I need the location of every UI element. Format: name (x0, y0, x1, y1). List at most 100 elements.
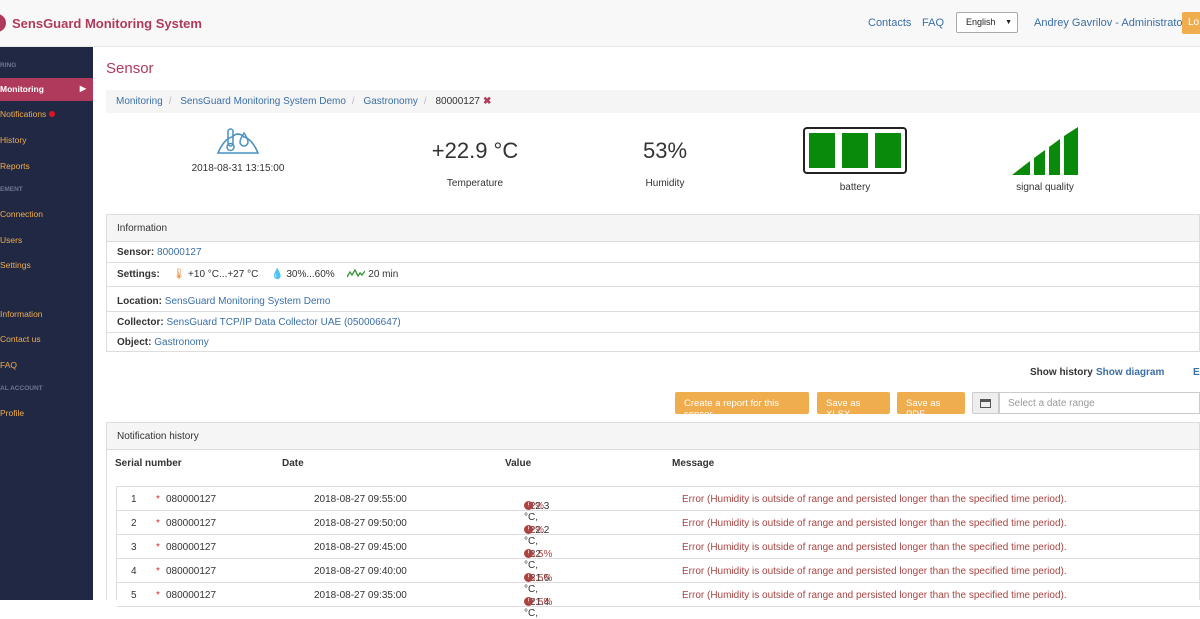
location-row: Location: SensGuard Monitoring System De… (107, 291, 1200, 312)
sidebar-item-users[interactable]: Users (0, 229, 93, 252)
settings-interval: 20 min (346, 268, 398, 280)
sidebar-item-faq[interactable]: FAQ (0, 354, 93, 377)
asterisk-icon: * (156, 494, 160, 505)
close-icon[interactable]: ✖ (483, 96, 491, 107)
sidebar-item-label: Notifications (0, 109, 47, 119)
thermometer-icon: 🌡 (172, 269, 186, 280)
sidebar-item-reports[interactable]: Reports (0, 155, 93, 178)
logout-button[interactable]: Lo (1182, 12, 1200, 34)
pulse-icon (346, 268, 367, 278)
faq-link[interactable]: FAQ (922, 17, 944, 29)
user-menu-link[interactable]: Andrey Gavrilov - Administrator (1034, 17, 1186, 29)
row-serial: 080000127 (166, 518, 217, 529)
battery-label: battery (839, 182, 871, 193)
collector-row: Collector: SensGuard TCP/IP Data Collect… (107, 312, 1200, 333)
column-message[interactable]: Message (672, 458, 714, 469)
location-label: Location: (117, 296, 162, 307)
row-number: 2 (131, 518, 137, 529)
sidebar-item-monitoring[interactable]: Monitoring ▶ (0, 78, 93, 101)
view-extra-tab[interactable]: E (1193, 367, 1200, 378)
column-date[interactable]: Date (282, 458, 304, 469)
table-row[interactable]: 5 * 080000127 2018-08-27 09:35:00 +21.4 … (117, 583, 1200, 619)
row-message: Error (Humidity is outside of range and … (682, 590, 1067, 601)
sidebar-section-personal-account: AL ACCOUNT (0, 385, 43, 392)
sensor-value-link[interactable]: 80000127 (157, 247, 202, 258)
row-date: 2018-08-27 09:50:00 (314, 518, 407, 529)
table-row[interactable]: 1 * 080000127 2018-08-27 09:55:00 +22.3 … (117, 487, 1200, 523)
save-pdf-button[interactable]: Save as PDF (897, 392, 965, 420)
battery-cell (875, 133, 901, 168)
brand[interactable]: SensGuard Monitoring System (0, 12, 202, 34)
collector-label: Collector: (117, 317, 164, 328)
language-value: English (966, 17, 996, 27)
calendar-icon[interactable] (972, 392, 999, 414)
row-message: Error (Humidity is outside of range and … (682, 518, 1067, 529)
sidebar-item-information[interactable]: Information (0, 303, 93, 326)
signal-strength-icon (1012, 127, 1078, 175)
breadcrumb-current: 80000127 (435, 96, 480, 107)
sensor-device-stat: 2018-08-31 13:15:00 (188, 127, 288, 174)
breadcrumb-gastronomy[interactable]: Gastronomy (363, 96, 417, 107)
location-value-link[interactable]: SensGuard Monitoring System Demo (165, 296, 331, 307)
sidebar-item-label: Reports (0, 161, 30, 171)
information-heading: Information (107, 215, 1199, 242)
signal-bar (1012, 161, 1030, 175)
notification-dot-icon (49, 111, 56, 117)
sidebar-item-label: Information (0, 309, 43, 319)
language-select[interactable]: English ▼ (956, 12, 1018, 33)
humidity-stat: 53% Humidity (615, 138, 715, 189)
collector-value-link[interactable]: SensGuard TCP/IP Data Collector UAE (050… (166, 317, 400, 328)
table-row[interactable]: 2 * 080000127 2018-08-27 09:50:00 +22.2 … (117, 511, 1200, 547)
settings-humidity: 💧 30%...60% (271, 269, 337, 280)
asterisk-icon: * (156, 590, 160, 601)
breadcrumb-separator: / (423, 96, 427, 107)
breadcrumb-demo[interactable]: SensGuard Monitoring System Demo (180, 96, 346, 107)
droplet-icon: 💧 (271, 269, 284, 280)
notification-history-heading: Notification history (107, 423, 1199, 450)
sidebar-item-notifications[interactable]: Notifications (0, 103, 93, 126)
settings-temperature-value: +10 °C...+27 °C (188, 269, 259, 280)
settings-humidity-value: 30%...60% (286, 269, 335, 280)
sidebar-item-label: Connection (0, 209, 44, 219)
temperature-value: +22.9 °C (431, 138, 519, 163)
sidebar-section-monitoring: RING (0, 62, 17, 69)
row-date: 2018-08-27 09:45:00 (314, 542, 407, 553)
sidebar-item-connection[interactable]: Connection (0, 203, 93, 226)
save-xlsx-button[interactable]: Save as XLSX (817, 392, 890, 420)
sidebar-item-label: History (0, 135, 27, 145)
date-range-input[interactable]: Select a date range (999, 392, 1200, 414)
row-date: 2018-08-27 09:35:00 (314, 590, 407, 601)
settings-label: Settings: (117, 269, 160, 280)
row-serial: 080000127 (166, 590, 217, 601)
row-serial: 080000127 (166, 494, 217, 505)
object-value-link[interactable]: Gastronomy (154, 337, 208, 348)
create-report-button[interactable]: Create a report for this sensor (675, 392, 809, 420)
temperature-label: Temperature (446, 178, 504, 189)
row-number: 5 (131, 590, 137, 601)
table-row[interactable]: 4 * 080000127 2018-08-27 09:40:00 +21.6 … (117, 559, 1200, 595)
breadcrumb-separator: / (351, 96, 355, 107)
show-diagram-tab[interactable]: Show diagram (1096, 367, 1164, 378)
column-value[interactable]: Value (505, 458, 531, 469)
column-serial-number[interactable]: Serial number (115, 458, 182, 469)
breadcrumb-monitoring[interactable]: Monitoring (116, 96, 163, 107)
row-number: 4 (131, 566, 137, 577)
show-history-tab[interactable]: Show history (1030, 367, 1093, 378)
sidebar-item-settings[interactable]: Settings (0, 254, 93, 277)
row-date: 2018-08-27 09:55:00 (314, 494, 407, 505)
contacts-link[interactable]: Contacts (868, 17, 911, 29)
sidebar-item-contact-us[interactable]: Contact us (0, 328, 93, 351)
sidebar-item-label: Profile (0, 408, 25, 418)
row-number: 3 (131, 542, 137, 553)
settings-row: Settings: 🌡 +10 °C...+27 °C 💧 30%...60% … (107, 263, 1200, 287)
asterisk-icon: * (156, 542, 160, 553)
brand-logo-icon (0, 14, 6, 32)
table-row[interactable]: 3 * 080000127 2018-08-27 09:45:00 +22 °C… (117, 535, 1200, 571)
humidity-label: Humidity (645, 178, 685, 189)
row-humidity: 67.5% (524, 597, 553, 608)
humidity-value: 53% (642, 138, 688, 163)
sidebar-item-history[interactable]: History (0, 129, 93, 152)
settings-temperature: 🌡 +10 °C...+27 °C (173, 269, 262, 280)
caret-right-icon: ▶ (79, 84, 86, 93)
sidebar-item-profile[interactable]: Profile (0, 402, 93, 425)
